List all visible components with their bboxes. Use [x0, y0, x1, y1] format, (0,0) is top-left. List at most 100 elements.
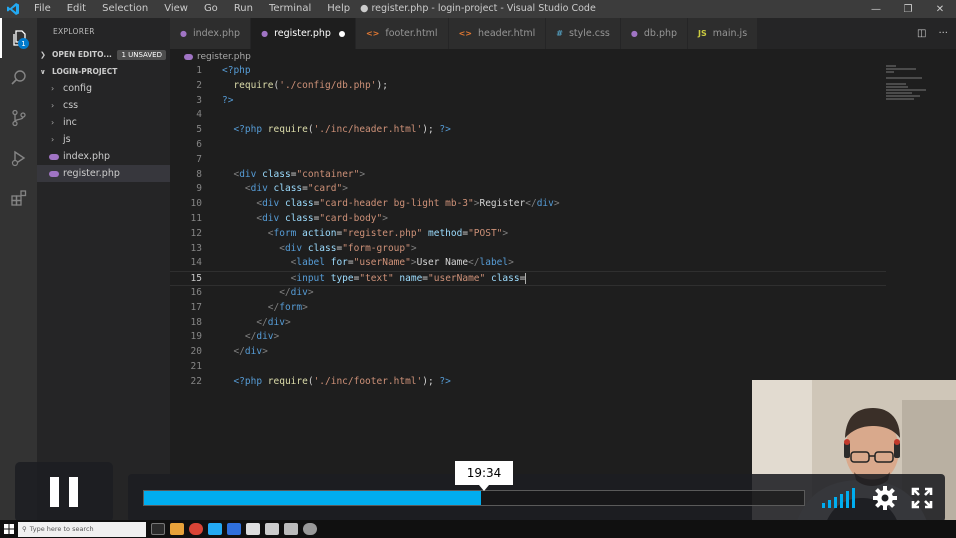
line-number: 2 — [196, 79, 202, 91]
tab-label: footer.html — [385, 28, 438, 39]
line-number: 20 — [190, 346, 202, 358]
minimap[interactable] — [886, 64, 946, 144]
close-icon[interactable]: ✕ — [924, 0, 956, 18]
tab-header-html[interactable]: <> header.html — [448, 18, 547, 49]
unsaved-badge: 1 UNSAVED — [117, 49, 166, 60]
html-icon: <> — [458, 29, 472, 38]
taskbar-search-input[interactable]: ⚲ Type here to search — [18, 521, 146, 537]
line-number: 17 — [190, 301, 202, 313]
code-text: <div class="card-body"> — [256, 212, 388, 224]
text-cursor — [525, 273, 527, 285]
tab-label: style.css — [568, 28, 610, 39]
split-editor-icon[interactable]: ◫ — [917, 28, 926, 39]
unsaved-dot-icon[interactable] — [338, 30, 345, 37]
chrome-icon[interactable] — [189, 523, 203, 535]
app-taskbar-icon[interactable] — [284, 523, 298, 535]
menu-selection[interactable]: Selection — [94, 0, 156, 18]
line-number: 7 — [196, 153, 202, 165]
code-line: 11 <div class="card-body"> — [170, 212, 886, 227]
tab-register-php[interactable]: ● register.php — [251, 18, 356, 49]
run-debug-icon[interactable] — [0, 138, 37, 178]
more-actions-icon[interactable]: ··· — [938, 28, 948, 39]
seek-bar[interactable] — [143, 490, 805, 506]
folder-js[interactable]: › js — [37, 131, 170, 148]
minimize-icon[interactable]: — — [860, 0, 892, 18]
explorer-icon[interactable]: 1 — [0, 18, 37, 58]
gear-icon[interactable] — [872, 485, 898, 511]
line-number: 10 — [190, 198, 202, 210]
tab-style-css[interactable]: # style.css — [546, 18, 621, 49]
code-text: <div class="card"> — [244, 183, 348, 195]
app-taskbar-icon[interactable] — [227, 523, 241, 535]
volume-icon[interactable] — [822, 488, 855, 508]
folder-inc[interactable]: › inc — [37, 114, 170, 131]
tab-index-php[interactable]: ● index.php — [170, 18, 252, 49]
extensions-icon[interactable] — [0, 178, 37, 218]
line-number: 16 — [190, 286, 202, 298]
folder-css[interactable]: › css — [37, 97, 170, 114]
app-taskbar-icon[interactable] — [265, 523, 279, 535]
code-text: </div> — [256, 316, 291, 328]
project-section[interactable]: ∨ LOGIN-PROJECT — [37, 63, 170, 80]
code-text: ?> — [222, 94, 234, 106]
file-register-php[interactable]: register.php — [37, 165, 170, 182]
source-control-icon[interactable] — [0, 98, 37, 138]
seek-time-tooltip: 19:34 — [455, 461, 513, 491]
code-text: <div class="container"> — [233, 168, 366, 180]
tab-db-php[interactable]: ● db.php — [620, 18, 689, 49]
code-line: 5 <?php require('./inc/header.html'); ?> — [170, 123, 886, 138]
line-number: 13 — [190, 242, 202, 254]
open-editors-section[interactable]: ❯ OPEN EDITO... 1 UNSAVED — [37, 46, 170, 63]
pause-icon — [50, 477, 59, 507]
tab-actions: ◫ ··· — [917, 18, 956, 49]
breadcrumb[interactable]: register.php — [170, 49, 251, 64]
line-number: 6 — [196, 138, 202, 150]
html-icon: <> — [365, 29, 380, 38]
vscode-taskbar-icon[interactable] — [208, 523, 222, 535]
folder-config[interactable]: › config — [37, 80, 170, 97]
menu-view[interactable]: View — [156, 0, 196, 18]
code-text: <form action="register.php" method="POST… — [267, 227, 509, 239]
code-text: </div> — [233, 346, 268, 358]
line-number: 18 — [190, 316, 202, 328]
app-taskbar-icon[interactable] — [246, 523, 260, 535]
tab-main-js[interactable]: JS main.js — [688, 18, 759, 49]
menu-help[interactable]: Help — [319, 0, 358, 18]
tab-footer-html[interactable]: <> footer.html — [355, 18, 449, 49]
file-index-php[interactable]: index.php — [37, 148, 170, 165]
menu-file[interactable]: File — [26, 0, 59, 18]
chevron-right-icon: › — [51, 84, 55, 93]
explorer-badge: 1 — [18, 38, 29, 49]
pause-button[interactable] — [15, 462, 113, 522]
file-explorer-icon[interactable] — [170, 523, 184, 535]
vscode-logo-icon — [0, 0, 26, 18]
menu-edit[interactable]: Edit — [59, 0, 94, 18]
code-line: 10 <div class="card-header bg-light mb-3… — [170, 197, 886, 212]
file-label: register.php — [63, 168, 120, 179]
php-icon: ● — [180, 29, 187, 38]
menu-go[interactable]: Go — [196, 0, 226, 18]
menu-run[interactable]: Run — [226, 0, 261, 18]
line-number: 9 — [196, 183, 202, 195]
code-line: 20 </div> — [170, 345, 886, 360]
menu-terminal[interactable]: Terminal — [261, 0, 319, 18]
restore-icon[interactable]: ❐ — [892, 0, 924, 18]
windows-start-icon[interactable] — [0, 520, 18, 538]
code-line: 7 — [170, 153, 886, 168]
php-icon: ● — [261, 29, 269, 38]
fullscreen-icon[interactable] — [910, 486, 934, 510]
code-line: 16 </div> — [170, 286, 886, 301]
code-text: <input type="text" name="userName" class… — [290, 273, 527, 285]
line-number: 3 — [196, 94, 202, 106]
php-icon: ● — [630, 29, 638, 38]
task-view-icon[interactable] — [151, 523, 165, 535]
code-line: 6 — [170, 138, 886, 153]
code-text: <div class="form-group"> — [279, 242, 417, 254]
app-taskbar-icon[interactable] — [303, 523, 317, 535]
code-text: require('./config/db.php'); — [233, 79, 388, 91]
code-line: 14 <label for="userName">User Name</labe… — [170, 256, 886, 271]
chevron-right-icon: › — [51, 135, 55, 144]
search-icon[interactable] — [0, 58, 37, 98]
